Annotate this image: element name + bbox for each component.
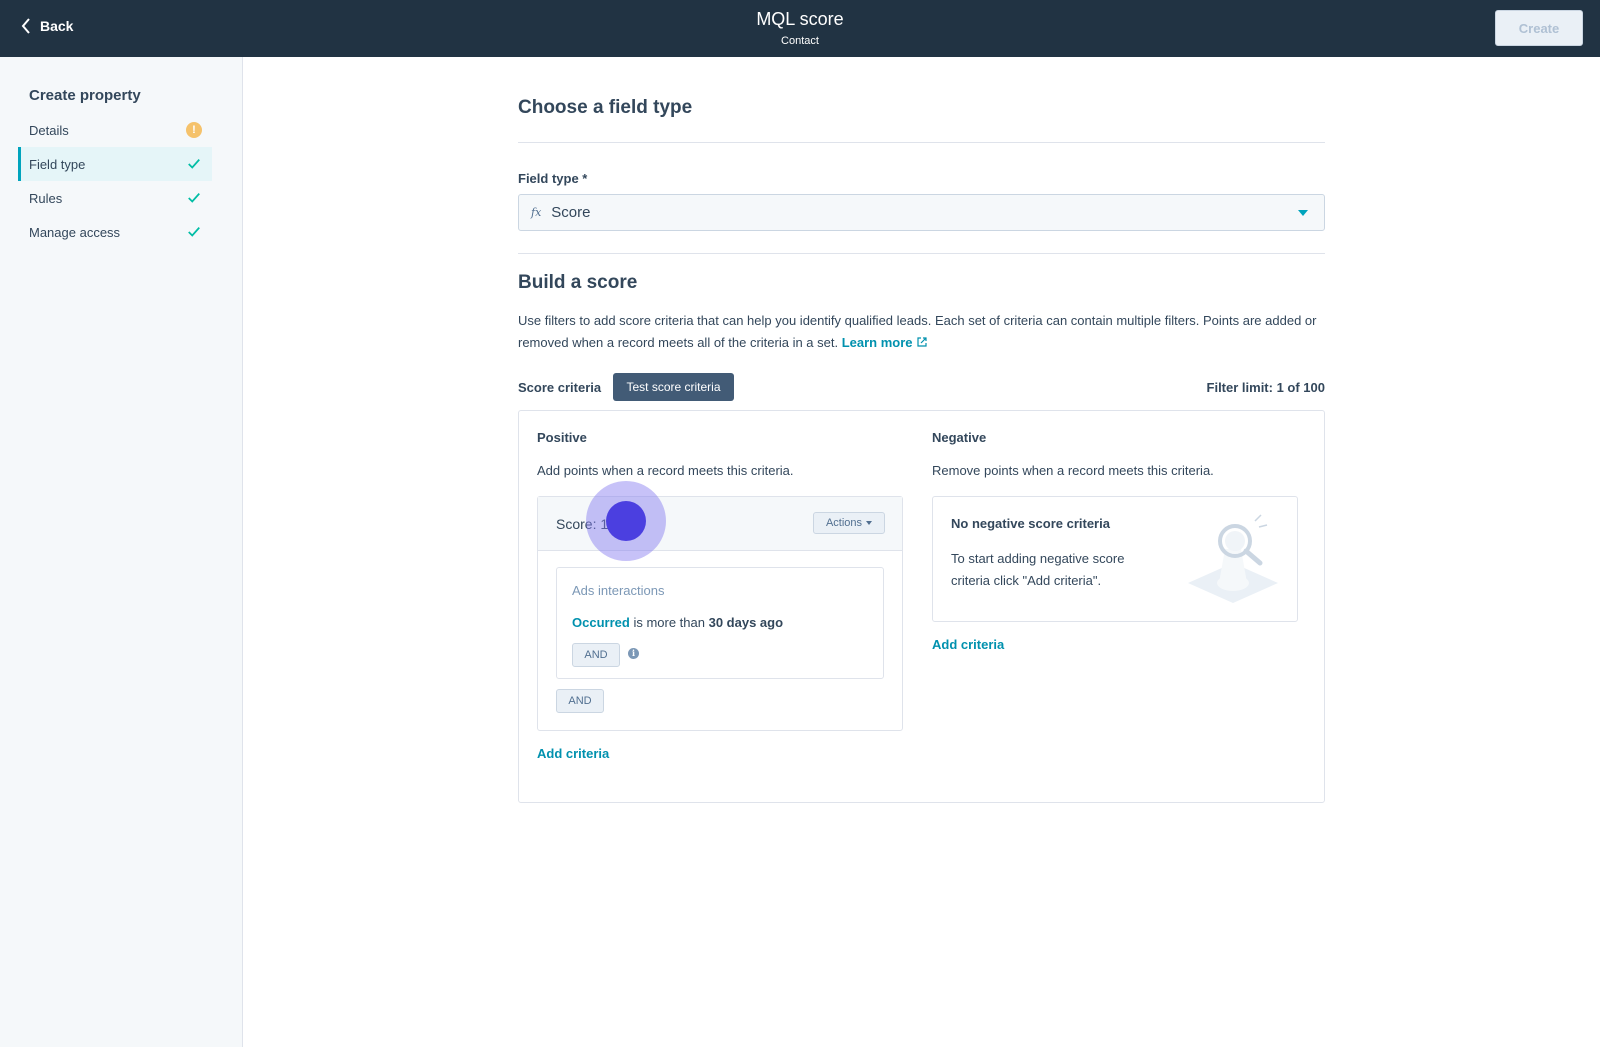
score-criteria-panel: Positive Add points when a record meets … [518, 410, 1325, 803]
condition-value: 30 days ago [708, 615, 784, 630]
cursor-dot [606, 501, 646, 541]
negative-empty-state: No negative score criteria To start addi… [932, 496, 1298, 622]
positive-description: Add points when a record meets this crit… [537, 463, 794, 478]
score-criteria-row: Score criteria Test score criteria Filte… [518, 373, 1325, 401]
sidebar-item-details[interactable]: Details ! [18, 113, 212, 147]
actions-label: Actions [825, 517, 863, 529]
filter-limit: Filter limit: 1 of 100 [1206, 380, 1325, 395]
external-link-icon [916, 337, 927, 347]
caret-down-icon [866, 521, 873, 525]
condition-field: Occurred [572, 615, 630, 630]
test-score-criteria-button[interactable]: Test score criteria [613, 373, 734, 401]
negative-title: Negative [932, 430, 987, 445]
magnifying-glass-illustration-icon [1188, 514, 1278, 603]
sidebar: Create property Details ! Field type Rul… [0, 57, 243, 1047]
checkmark-icon [186, 224, 202, 240]
learn-more-link[interactable]: Learn more [842, 335, 928, 350]
section-title-field-type: Choose a field type [518, 97, 693, 118]
filter-group[interactable]: Ads interactions Occurred is more than 3… [556, 567, 884, 679]
header-title-group: MQL score Contact [0, 8, 1600, 48]
condition-operator: is more than [633, 615, 705, 630]
sidebar-item-label: Field type [29, 156, 86, 172]
negative-description: Remove points when a record meets this c… [932, 463, 1214, 478]
filter-condition: Occurred is more than 30 days ago [572, 615, 783, 630]
add-positive-criteria-link[interactable]: Add criteria [537, 746, 609, 761]
create-button[interactable]: Create [1495, 10, 1583, 46]
checkmark-icon [186, 190, 202, 206]
positive-title: Positive [537, 430, 587, 445]
field-type-select[interactable]: fx Score [518, 194, 1325, 231]
sidebar-item-rules[interactable]: Rules [18, 181, 212, 215]
sidebar-item-label: Manage access [29, 224, 121, 240]
sidebar-item-label: Details [29, 122, 69, 138]
section-title-build-score: Build a score [518, 272, 638, 293]
formula-icon: fx [531, 206, 542, 219]
page-title: MQL score [756, 9, 844, 29]
warning-icon: ! [186, 122, 202, 138]
sidebar-item-label: Rules [29, 190, 63, 206]
checkmark-icon [186, 156, 202, 172]
filter-name: Ads interactions [572, 583, 665, 598]
info-icon[interactable]: i [628, 648, 639, 659]
page-subtitle: Contact [781, 35, 819, 47]
empty-state-text: To start adding negative score criteria … [951, 551, 1125, 588]
caret-down-icon [1298, 210, 1308, 216]
and-button-inner[interactable]: AND [572, 643, 620, 667]
positive-criteria-card: Score: 1 Actions Ads interactions Occurr… [537, 481, 903, 731]
field-type-value: Score [551, 204, 591, 221]
build-score-description: Use filters to add score criteria that c… [518, 310, 1325, 354]
sidebar-title: Create property [29, 87, 141, 104]
field-type-label: Field type * [518, 171, 588, 186]
sidebar-item-manage-access[interactable]: Manage access [18, 215, 212, 249]
add-negative-criteria-link[interactable]: Add criteria [932, 637, 1004, 652]
learn-more-label: Learn more [841, 335, 913, 350]
score-criteria-label: Score criteria [518, 380, 602, 395]
score-card-header: Score: 1 Actions [538, 481, 902, 561]
sidebar-item-field-type[interactable]: Field type [18, 147, 212, 181]
divider [518, 253, 1325, 254]
empty-state-title: No negative score criteria [951, 516, 1110, 531]
divider [518, 142, 1325, 143]
and-button-outer[interactable]: AND [556, 689, 604, 713]
actions-dropdown[interactable]: Actions [813, 512, 885, 534]
top-header: Back MQL score Contact Create [0, 0, 1600, 57]
